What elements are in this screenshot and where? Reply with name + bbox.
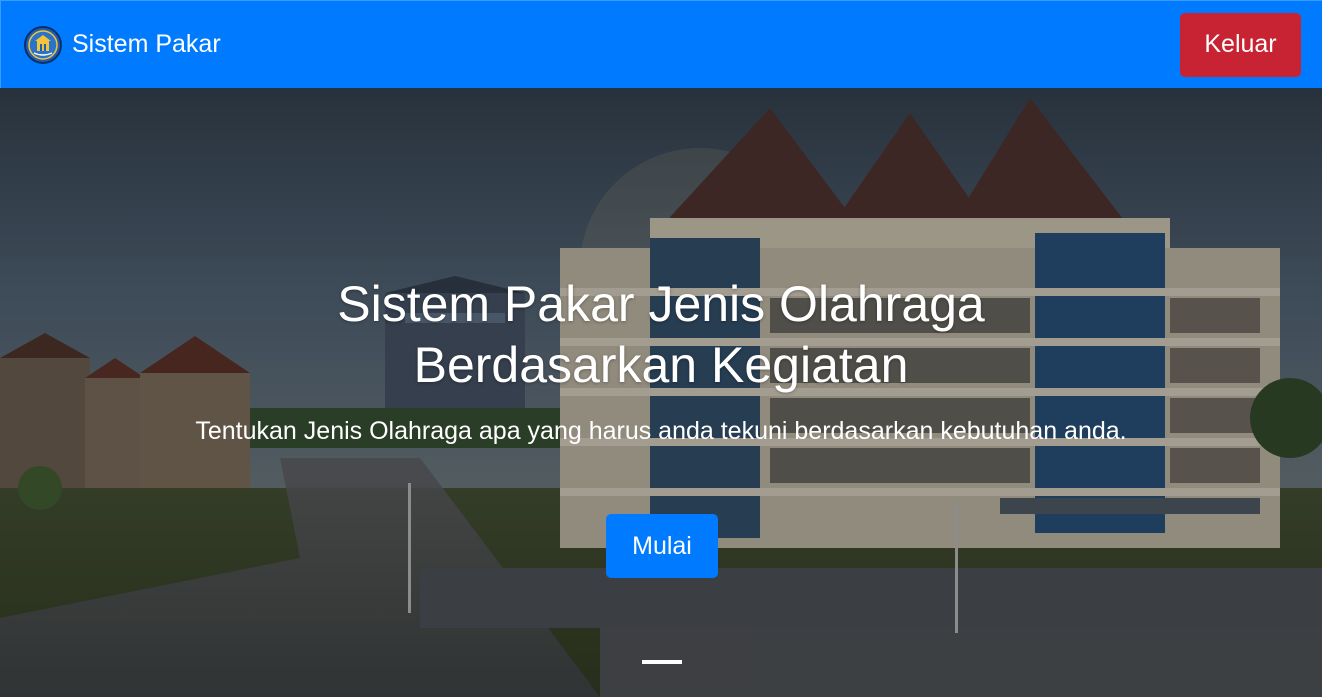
- university-crest-icon: [24, 25, 62, 64]
- logout-button[interactable]: Keluar: [1180, 12, 1301, 77]
- brand-name: Sistem Pakar: [72, 30, 221, 58]
- hero-carousel: Sistem Pakar Jenis Olahraga Berdasarkan …: [0, 88, 1322, 697]
- hero-title: Sistem Pakar Jenis Olahraga Berdasarkan …: [337, 276, 985, 393]
- carousel-indicator-active[interactable]: [642, 660, 682, 664]
- hero-caption: Sistem Pakar Jenis Olahraga Berdasarkan …: [0, 88, 1322, 697]
- top-navbar: Sistem Pakar Keluar: [0, 0, 1322, 88]
- navbar-brand[interactable]: Sistem Pakar: [23, 25, 221, 65]
- hero-subtitle: Tentukan Jenis Olahraga apa yang harus a…: [195, 417, 1127, 445]
- start-button[interactable]: Mulai: [606, 514, 718, 578]
